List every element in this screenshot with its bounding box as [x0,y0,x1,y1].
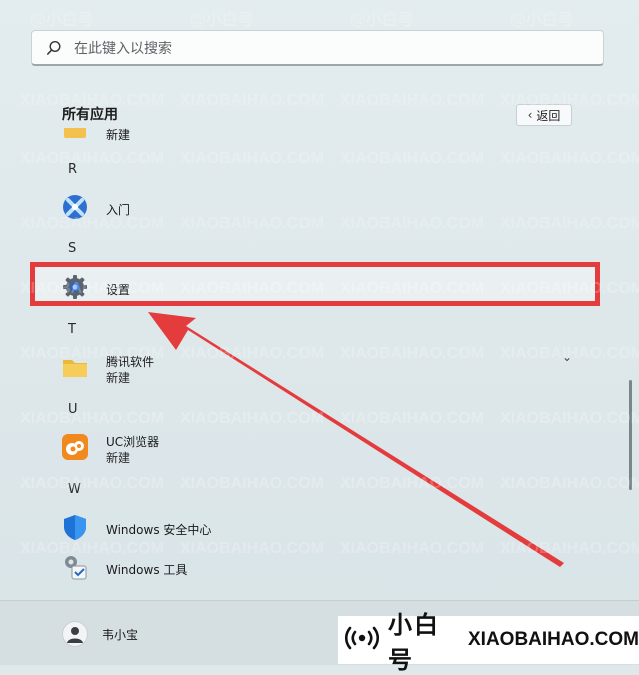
folder-icon [60,352,90,382]
chevron-left-icon: ‹ [527,108,533,122]
letter-header-s[interactable]: S [68,241,76,256]
watermark-text: XIAOBAIHAO.COM [340,475,484,492]
back-button-label: 返回 [536,108,561,123]
app-sublabel: 新建 [106,451,131,465]
list-item-partial[interactable]: 新建 [56,128,256,150]
app-label: 入门 [106,203,131,217]
app-label: Windows 工具 [106,563,188,577]
tools-icon [60,552,90,582]
red-highlight-box [30,262,600,306]
watermark-text: XIAOBAIHAO.COM [340,92,484,109]
search-icon [46,40,62,60]
watermark-text: @小白号 [190,12,254,29]
watermark-text: XIAOBAIHAO.COM [340,410,484,427]
app-windows-tools[interactable]: Windows 工具 [56,548,576,588]
watermark-text: XIAOBAIHAO.COM [180,92,324,109]
app-tencent-folder[interactable]: 腾讯软件 新建 [56,348,576,388]
app-label: Windows 安全中心 [106,523,212,537]
app-get-started[interactable]: 入门 [56,188,576,228]
letter-header-w[interactable]: W [68,482,81,497]
letter-header-u[interactable]: U [68,402,78,417]
watermark-text: @小白号 [510,12,574,29]
search-box[interactable] [31,30,604,66]
app-uc-browser[interactable]: UC浏览器 新建 [56,428,576,468]
app-sublabel: 新建 [106,371,131,385]
watermark-text: XIAOBAIHAO.COM [20,150,164,167]
chevron-down-icon[interactable]: ⌄ [562,350,572,364]
watermark-text: XIAOBAIHAO.COM [180,475,324,492]
watermark-text: XIAOBAIHAO.COM [500,475,639,492]
watermark-text: XIAOBAIHAO.COM [180,150,324,167]
watermark-text: @小白号 [30,12,94,29]
broadcast-icon [344,623,380,657]
watermark-text: XIAOBAIHAO.COM [500,410,639,427]
app-windows-security[interactable]: Windows 安全中心 [56,508,576,548]
get-started-icon [60,192,90,222]
letter-header-t[interactable]: T [68,322,76,337]
watermark-text: XIAOBAIHAO.COM [180,410,324,427]
letter-header-r[interactable]: R [68,162,77,177]
list-item-label: 新建 [106,128,131,142]
folder-icon [62,128,88,140]
avatar [62,621,88,647]
user-name: 韦小宝 [102,628,139,642]
brand-banner: 小白号 XIAOBAIHAO.COM [338,611,639,674]
watermark-text: XIAOBAIHAO.COM [340,150,484,167]
watermark-text: XIAOBAIHAO.COM [500,150,639,167]
brand-name-en: XIAOBAIHAO.COM [468,629,639,650]
start-menu-panel: 所有应用 ‹ 返回 新建 R 入门 S [0,0,639,674]
watermark-text: XIAOBAIHAO.COM [20,475,164,492]
brand-name-cn: 小白号 [388,611,440,674]
watermark-text: @小白号 [350,12,414,29]
back-button[interactable]: ‹ 返回 [516,104,572,126]
search-input[interactable] [72,37,596,61]
scrollbar-thumb[interactable] [629,380,632,490]
uc-browser-icon [60,432,90,462]
shield-icon [60,512,90,542]
app-label: UC浏览器 [106,435,160,449]
watermark-text: XIAOBAIHAO.COM [20,410,164,427]
app-label: 腾讯软件 [106,355,155,369]
user-account-button[interactable]: 韦小宝 [56,617,256,651]
all-apps-title: 所有应用 [62,107,118,123]
